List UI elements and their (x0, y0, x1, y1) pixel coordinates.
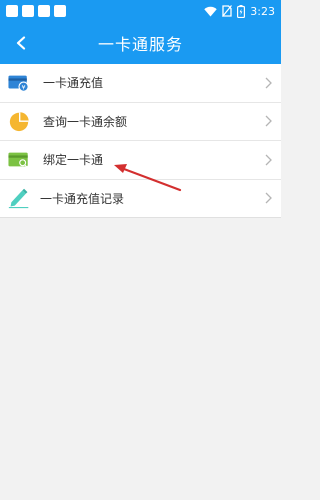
menu-item-recharge-history[interactable]: 一卡通充值记录 (0, 180, 281, 218)
bind-card-icon (8, 149, 30, 171)
system-status: 3:23 (204, 4, 275, 18)
service-menu: ¥ 一卡通充值 查询一卡通余额 绑定一卡通 一卡通充值记录 (0, 64, 281, 218)
pie-chart-icon (8, 110, 30, 132)
menu-item-label: 绑定一卡通 (43, 153, 104, 168)
notification-icon (38, 5, 50, 17)
menu-item-label: 一卡通充值记录 (40, 191, 125, 206)
chevron-right-icon (263, 153, 273, 167)
clock: 3:23 (250, 4, 275, 18)
menu-item-label: 一卡通充值 (43, 76, 104, 91)
notification-icon (6, 5, 18, 17)
menu-item-label: 查询一卡通余额 (43, 114, 128, 129)
page-title: 一卡通服务 (97, 35, 183, 54)
pencil-record-icon (8, 187, 30, 209)
menu-item-card-recharge[interactable]: ¥ 一卡通充值 (0, 64, 281, 103)
battery-icon (237, 4, 246, 18)
back-arrow-icon[interactable] (10, 32, 32, 54)
chevron-right-icon (263, 76, 273, 90)
title-bar: 一卡通服务 (0, 22, 281, 64)
no-sim-icon (222, 5, 233, 17)
chevron-right-icon (263, 191, 273, 205)
chevron-right-icon (263, 114, 273, 128)
card-recharge-icon: ¥ (8, 72, 30, 94)
wifi-icon (204, 6, 217, 17)
menu-item-bind-card[interactable]: 绑定一卡通 (0, 141, 281, 180)
svg-text:¥: ¥ (22, 83, 26, 91)
status-bar: 3:23 (0, 0, 281, 22)
notification-icon (54, 5, 66, 17)
notification-icon (22, 5, 34, 17)
notification-icons (6, 5, 66, 17)
menu-item-balance-query[interactable]: 查询一卡通余额 (0, 103, 281, 141)
